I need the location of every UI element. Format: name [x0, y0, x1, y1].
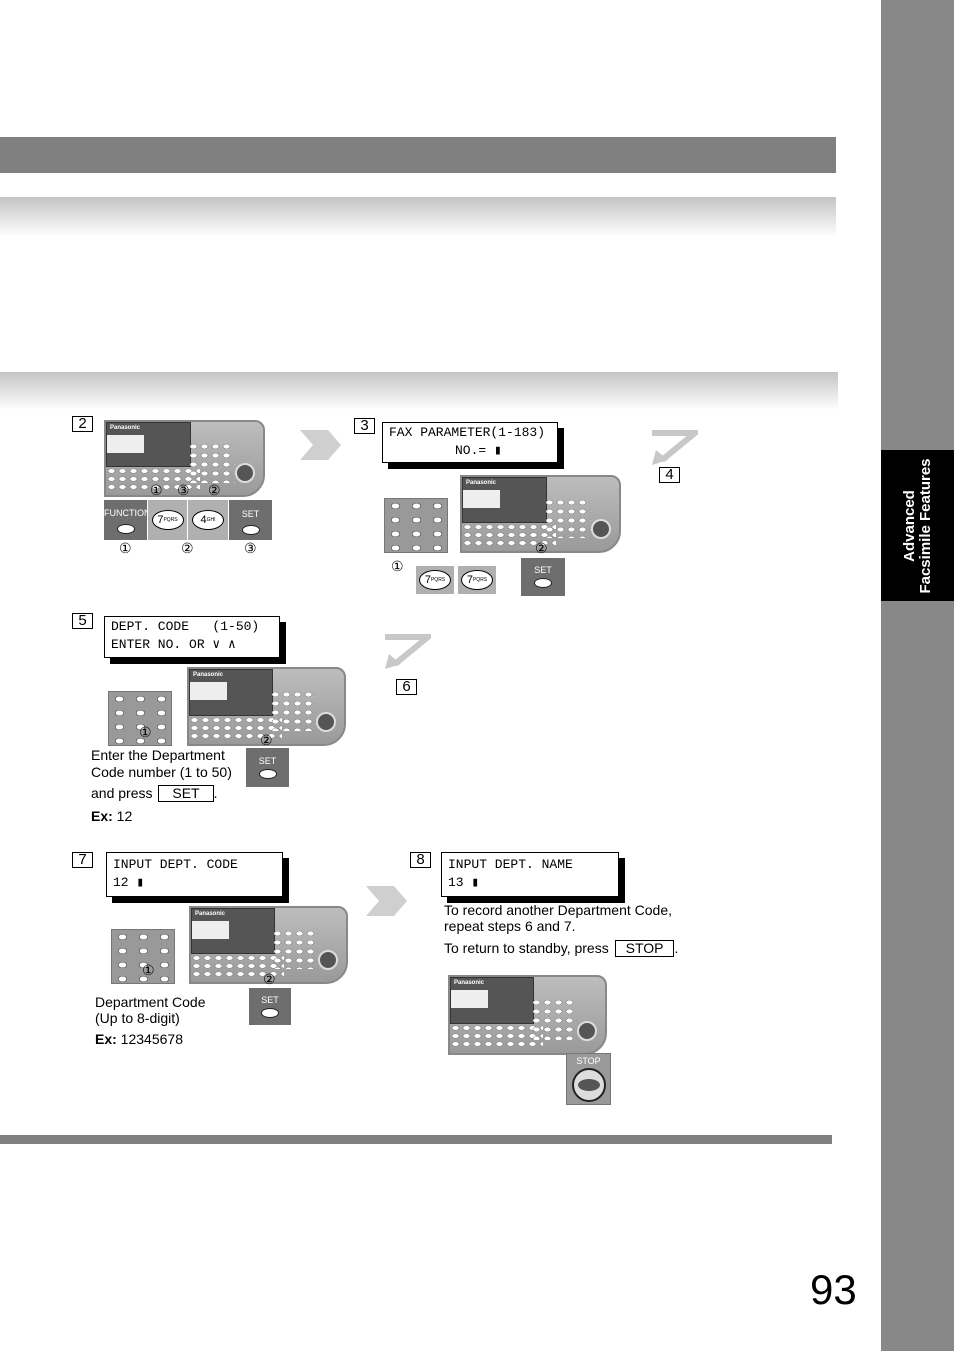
instruction-text: repeat steps 6 and 7. — [444, 918, 576, 934]
footer-bar — [0, 1135, 832, 1144]
instruction-text: (Up to 8-digit) — [95, 1010, 180, 1026]
key-7: 7 PQRS — [458, 566, 496, 594]
tab-line-1: Advanced — [900, 489, 918, 562]
step-6-label: 6 — [396, 679, 417, 695]
marker: ① — [142, 962, 155, 978]
marker: ② — [263, 971, 276, 987]
page-number: 93 — [810, 1266, 857, 1313]
next-arrow-icon — [300, 430, 341, 460]
key-4: 4 GHI — [188, 500, 228, 540]
tab-line-2: Facsimile Features — [916, 457, 934, 594]
step-2-label: 2 — [72, 416, 93, 432]
step-4-label: 4 — [659, 467, 680, 483]
marker: ② — [260, 732, 273, 748]
step-8-label: 8 — [410, 852, 431, 868]
next-arrow-icon — [366, 886, 407, 916]
step-3-label: 3 — [354, 418, 375, 434]
chapter-tab: Advanced Facsimile Features — [881, 450, 954, 601]
example-text: Ex: 12 — [91, 808, 133, 824]
instruction-text: To record another Department Code, — [444, 902, 673, 918]
panel-logo: Panasonic — [110, 425, 141, 431]
marker: ② — [535, 540, 548, 556]
instruction-text: and press SET. — [91, 785, 218, 802]
lcd-display: INPUT DEPT. NAME 13 ▮ — [441, 852, 619, 897]
header-bar — [0, 137, 836, 173]
keypad-illustration — [384, 498, 448, 553]
fax-panel-illustration: Panasonic — [448, 975, 607, 1055]
marker: ② — [181, 540, 194, 556]
example-text: Ex: 12345678 — [95, 1031, 183, 1047]
down-arrow-icon — [385, 634, 431, 669]
marker: ① — [139, 724, 152, 740]
marker: ① — [391, 558, 404, 574]
marker: ① — [150, 482, 163, 498]
key-7: 7 PQRS — [416, 566, 454, 594]
set-button: SET — [229, 500, 272, 540]
sidebar — [881, 0, 954, 1351]
lcd-display: FAX PARAMETER(1-183) NO.= ▮ — [382, 422, 558, 463]
stop-button: STOP — [566, 1053, 611, 1105]
lcd-display: DEPT. CODE (1-50) ENTER NO. OR ∨ ∧ — [104, 616, 280, 658]
marker: ③ — [244, 540, 257, 556]
set-button: SET — [521, 558, 565, 596]
instruction-text: Code number (1 to 50) — [91, 764, 232, 780]
step-7-label: 7 — [72, 852, 93, 868]
lcd-display: INPUT DEPT. CODE 12 ▮ — [106, 852, 283, 897]
instruction-text: Department Code — [95, 994, 206, 1010]
section-band — [0, 372, 838, 410]
set-button: SET — [246, 748, 289, 787]
instruction-text: To return to standby, press STOP. — [444, 940, 679, 957]
function-button: FUNCTION — [104, 500, 151, 540]
marker: ② — [208, 482, 221, 498]
title-band — [0, 197, 836, 237]
set-button: SET — [249, 988, 291, 1025]
key-7: 7 PQRS — [148, 500, 187, 540]
marker: ① — [119, 540, 132, 556]
step-5-label: 5 — [72, 613, 93, 629]
down-arrow-icon — [652, 430, 698, 465]
instruction-text: Enter the Department — [91, 747, 225, 763]
marker: ③ — [177, 482, 190, 498]
